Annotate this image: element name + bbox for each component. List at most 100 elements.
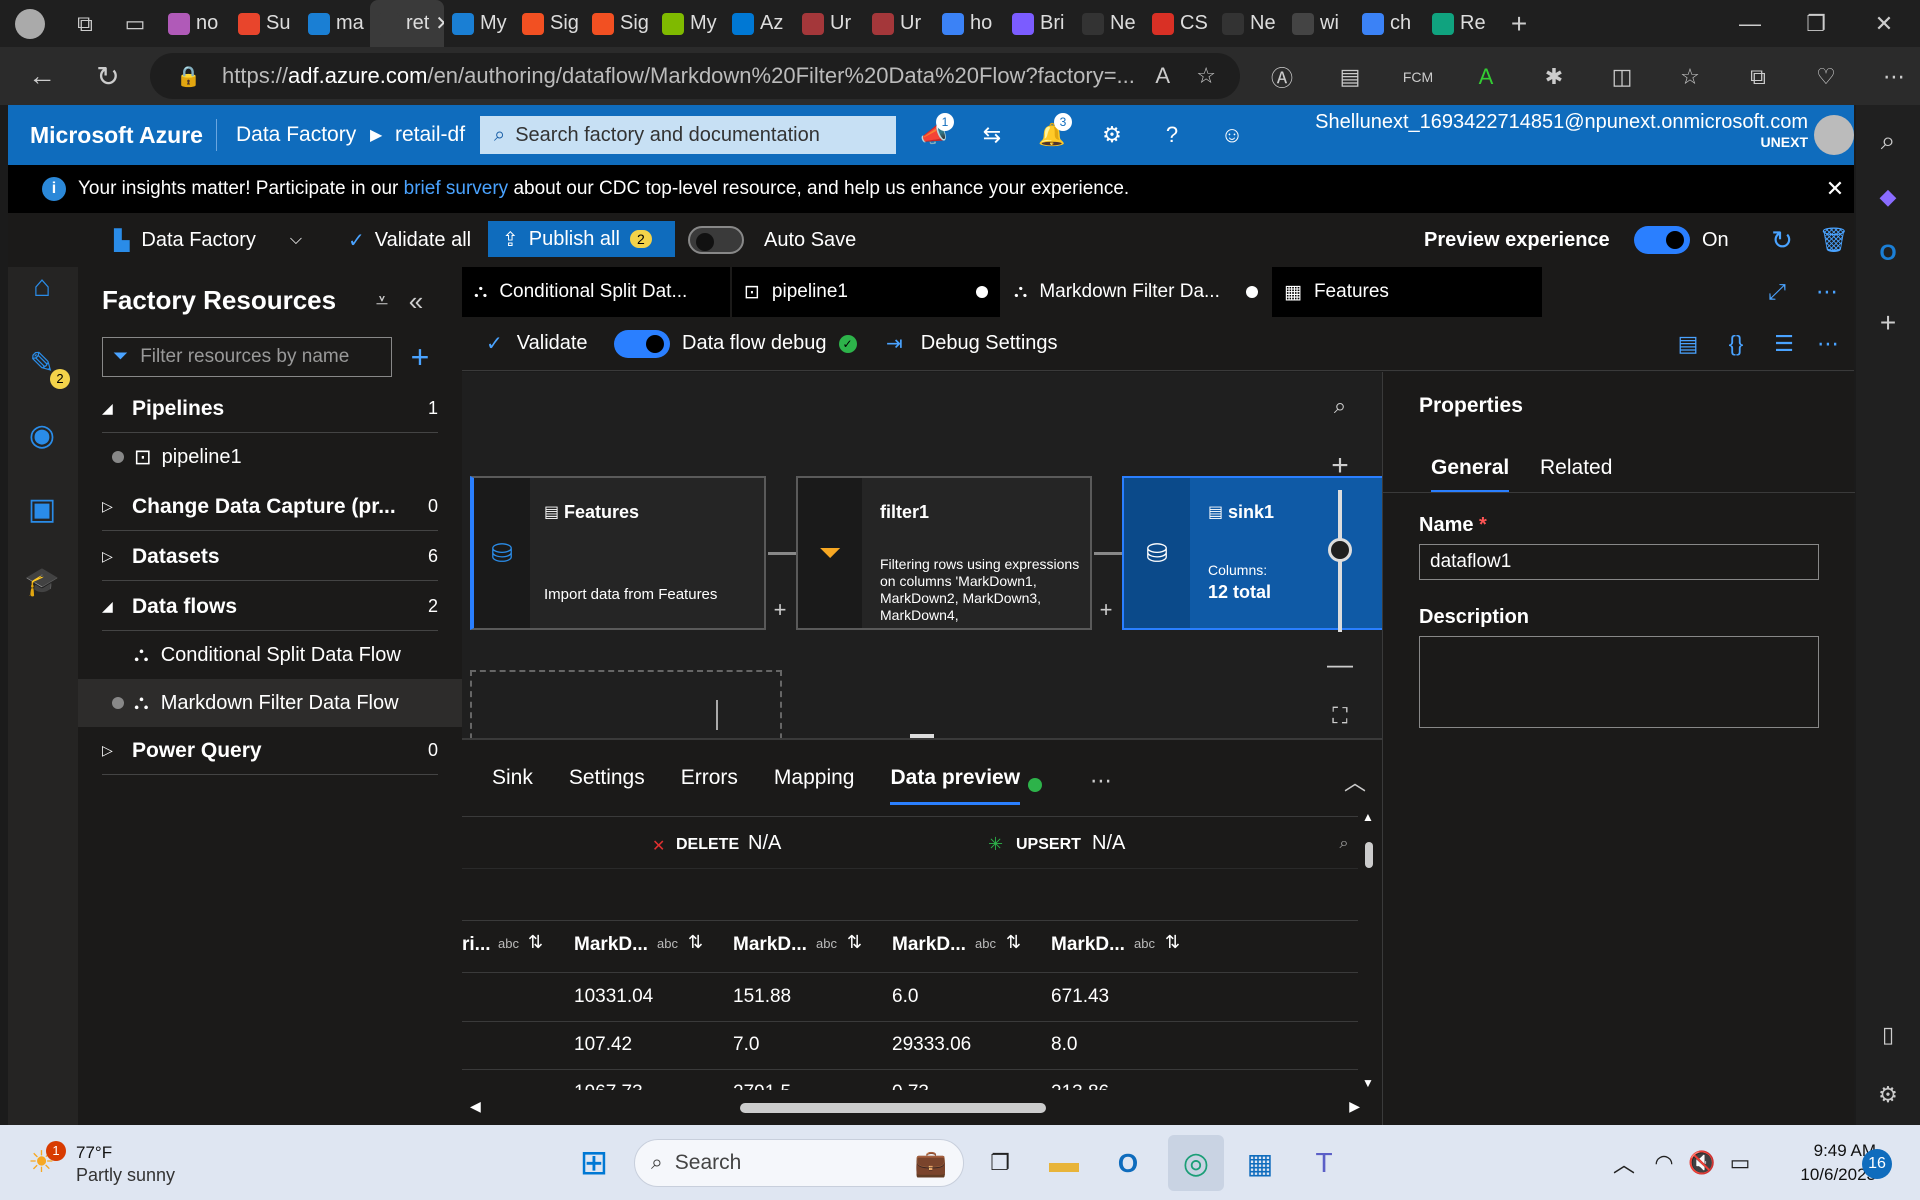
sort-icon[interactable]: ⇅ (847, 932, 862, 953)
tab-actions-icon[interactable]: ▭ (110, 0, 160, 47)
show-hidden-icons[interactable]: ︿ (1608, 1145, 1640, 1181)
new-tab-button[interactable]: + (1494, 0, 1544, 47)
profile-avatar-icon[interactable] (0, 0, 60, 47)
browser-tab[interactable]: Ur (864, 0, 934, 47)
teams-icon[interactable]: T (1300, 1139, 1348, 1187)
more-menu-icon[interactable]: ⋯ (1872, 55, 1916, 99)
browser-tab[interactable]: no (160, 0, 230, 47)
favorite-star-icon[interactable]: ☆ (1196, 63, 1216, 89)
tab-markdown-filter[interactable]: ⛬ Markdown Filter Da... (1002, 267, 1270, 317)
copilot-icon[interactable]: ◆ (1866, 175, 1910, 219)
data-flow-debug-toggle[interactable]: Data flow debug ✓ (614, 329, 857, 358)
add-resource-button[interactable]: + (400, 337, 440, 377)
extension-icon[interactable]: FCM (1396, 55, 1440, 99)
tree-item-pipeline1[interactable]: ⊡ pipeline1 (102, 433, 438, 481)
collections-icon[interactable]: ⧉ (1736, 55, 1780, 99)
script-icon[interactable]: ▤ (1672, 328, 1704, 360)
search-icon[interactable]: ⌕ (1866, 119, 1910, 163)
browser-tab[interactable]: My (654, 0, 724, 47)
factory-select[interactable]: ▙ Data Factory ⌵ (114, 228, 302, 253)
add-transform-button[interactable]: + (768, 597, 792, 622)
tree-item-markdown-filter[interactable]: ⛬ Markdown Filter Data Flow (78, 679, 462, 727)
tab-pipeline1[interactable]: ⊡ pipeline1 (732, 267, 1000, 317)
zoom-in-button[interactable]: + (1322, 448, 1358, 484)
extensions-puzzle-icon[interactable]: ✱ (1532, 55, 1576, 99)
lock-icon[interactable]: 🔒 (176, 64, 201, 89)
collapse-panel-icon[interactable]: ︿ (1340, 766, 1370, 796)
description-field[interactable] (1419, 636, 1819, 728)
debug-settings-button[interactable]: ⇥ Debug Settings (886, 331, 1058, 356)
zoom-slider-handle[interactable] (1328, 538, 1352, 562)
browser-tab[interactable]: Re (1424, 0, 1494, 47)
browser-tab[interactable]: My (444, 0, 514, 47)
extension-icon[interactable]: A (1464, 55, 1508, 99)
browser-tab[interactable]: ch (1354, 0, 1424, 47)
wifi-icon[interactable]: ◠ (1648, 1145, 1680, 1181)
outlook-icon[interactable]: O (1104, 1139, 1152, 1187)
volume-muted-icon[interactable]: 🔇 (1686, 1145, 1718, 1181)
table-row[interactable]: 107.42 7.0 29333.06 8.0 (462, 1022, 1358, 1070)
tab-general[interactable]: General (1431, 456, 1510, 493)
zoom-slider[interactable] (1328, 490, 1352, 632)
column-header[interactable]: MarkD... (1051, 934, 1125, 956)
filter-node-filter1[interactable]: ⏷ filter1 Filtering rows using expressio… (796, 476, 1092, 630)
settings-gear-icon[interactable]: ⚙ (1866, 1073, 1910, 1117)
validate-button[interactable]: ✓ Validate (486, 331, 588, 356)
publish-all-button[interactable]: ⇪ Publish all 2 (488, 221, 675, 257)
collapse-panel-icon[interactable]: « (402, 286, 430, 316)
code-braces-icon[interactable]: {} (1720, 328, 1752, 360)
refresh-icon[interactable]: ↻ (86, 54, 130, 98)
browser-tab[interactable]: wi (1284, 0, 1354, 47)
scrollbar-thumb[interactable] (1365, 842, 1373, 868)
sort-icon[interactable]: ⇅ (1165, 932, 1180, 953)
browser-tab[interactable]: Ne (1214, 0, 1284, 47)
name-field[interactable]: dataflow1 (1419, 544, 1819, 580)
browser-tab[interactable]: Ne (1074, 0, 1144, 47)
more-options-icon[interactable]: ⋯ (1812, 328, 1844, 360)
extension-icon[interactable]: ▤ (1328, 55, 1372, 99)
tab-conditional-split[interactable]: ⛬ Conditional Split Dat... (462, 267, 730, 317)
more-tabs-icon[interactable]: ⋯ (1086, 766, 1116, 796)
search-input[interactable]: ⌕ Search factory and documentation (480, 116, 896, 154)
minimize-button[interactable]: — (1720, 0, 1780, 47)
search-icon[interactable]: ⌕ (1332, 832, 1356, 856)
table-row[interactable]: 10331.04 151.88 6.0 671.43 (462, 974, 1358, 1022)
notifications-bell-icon[interactable]: 🔔 3 (1030, 113, 1074, 157)
close-window-button[interactable]: ✕ (1854, 0, 1914, 47)
tree-group-power-query[interactable]: ▷ Power Query 0 (102, 727, 438, 775)
manage-toolbox-icon[interactable]: ▣ (20, 487, 64, 531)
add-sidebar-app-icon[interactable]: + (1866, 301, 1910, 345)
dataflow-canvas[interactable]: ⛁ ▤ Features Import data from Features +… (462, 372, 1382, 738)
tree-group-datasets[interactable]: ▷ Datasets 6 (102, 533, 438, 581)
outlook-icon[interactable]: O (1866, 231, 1910, 275)
close-tab-icon[interactable]: ✕ (435, 11, 444, 36)
browser-tab[interactable]: Bri (1004, 0, 1074, 47)
tab-data-preview[interactable]: Data preview (890, 766, 1021, 805)
store-icon[interactable]: ▦ (1236, 1139, 1284, 1187)
browser-essentials-icon[interactable]: ♡ (1804, 55, 1848, 99)
tab-mapping[interactable]: Mapping (774, 766, 855, 805)
learning-cap-icon[interactable]: 🎓 (20, 559, 64, 603)
tab-settings[interactable]: Settings (569, 766, 645, 805)
browser-tab[interactable]: CS (1144, 0, 1214, 47)
table-row[interactable]: 1967.73 2791.5 0.73 213.86 (462, 1070, 1358, 1090)
tab-errors[interactable]: Errors (681, 766, 738, 805)
scrollbar-thumb[interactable] (740, 1103, 1046, 1113)
favorites-icon[interactable]: ☆ (1668, 55, 1712, 99)
tab-features[interactable]: ▦ Features (1272, 267, 1542, 317)
split-screen-icon[interactable]: ◫ (1600, 55, 1644, 99)
more-options-icon[interactable]: ⋯ (1812, 277, 1842, 307)
vertical-scrollbar[interactable]: ▲ ▼ (1362, 810, 1376, 1090)
browser-tab[interactable]: Sig (584, 0, 654, 47)
account-info[interactable]: Shellunext_1693422714851@npunext.onmicro… (1278, 111, 1808, 150)
start-windows-icon[interactable]: ⊞ (570, 1139, 618, 1187)
announcements-icon[interactable]: 📣 1 (912, 113, 956, 157)
tab-sink[interactable]: Sink (492, 766, 533, 805)
browser-tab[interactable]: Az (724, 0, 794, 47)
brand-title[interactable]: Microsoft Azure (30, 122, 203, 149)
tree-group-pipelines[interactable]: ◢ Pipelines 1 (102, 385, 438, 433)
edge-browser-icon[interactable]: ◎ (1168, 1135, 1224, 1191)
column-header[interactable]: MarkD... (574, 934, 648, 956)
monitor-gauge-icon[interactable]: ◉ (20, 413, 64, 457)
battery-icon[interactable]: ▭ (1724, 1145, 1756, 1181)
